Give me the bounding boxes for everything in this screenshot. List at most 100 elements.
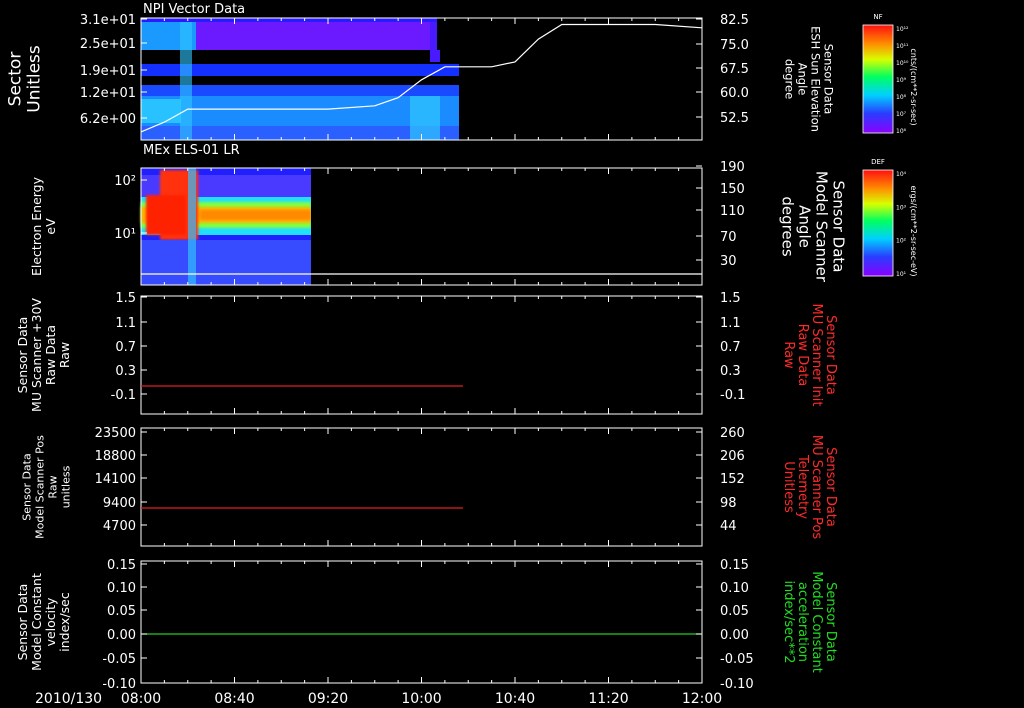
colorbar-units: cnts/(cm**2-sr-sec) [909,48,918,125]
panel5-frame [140,560,703,684]
els-heatmap [141,168,311,285]
right-tick-label: 67.5 [720,62,749,77]
right-axis-label: Unitless [781,461,796,513]
colorbar-tick: 10⁷ [896,111,907,118]
time-tick-label: 08:00 [121,691,161,707]
right-axis-label: MU Scanner Init [809,304,824,407]
right-axis-label: degrees [779,196,797,257]
left-tick-label: 0.3 [115,364,136,379]
left-axis-label: Raw [47,475,60,498]
left-tick-label: 0.10 [107,581,136,596]
colorbar-tick: 10⁶ [896,128,907,135]
right-tick-label: 52.5 [720,111,749,126]
left-tick-label: 3.1e+01 [80,13,136,28]
left-tick-label: 1.1 [115,316,136,331]
right-axis-label: Sensor Data [823,582,838,662]
right-tick-label: 150 [720,182,745,197]
left-tick-label: 9400 [103,496,136,511]
left-tick-label: 6.2e+00 [80,112,136,127]
panel4-frame [140,427,703,547]
time-tick-label: 08:40 [214,691,254,707]
right-tick-label: 260 [720,426,745,441]
left-tick-label: 2.5e+01 [80,37,136,52]
colorbar-tick: 10¹ [896,271,907,278]
right-axis-label: Sensor Data [823,447,838,527]
right-tick-label: -0.1 [720,388,745,403]
left-axis-label: index/sec [57,592,72,652]
left-tick-label: 14100 [95,472,136,487]
right-tick-label: 206 [720,449,745,464]
right-tick-label: -0.05 [720,652,754,667]
multi-panel-plot: NPI Vector Data MEx ELS-01 LR 2010/130 0… [6,2,919,707]
right-axis-label: index/sec**2 [781,580,796,663]
right-tick-label: 0.10 [720,581,749,596]
left-axis-label: Model Scanner Pos [34,435,47,539]
left-tick-label: 4700 [103,519,136,534]
left-axis-label: Unitless [25,45,45,113]
right-axis-label: degree [783,59,797,99]
colorbar [862,169,894,277]
colorbar-tag: NF [873,13,882,21]
colorbars: NF 10¹² 10¹¹ 10¹⁰ 10⁹ 10⁸ 10⁷ 10⁶cnts/(cm**2-sr… [862,13,918,278]
right-axis-label: Sensor Data [830,181,848,273]
right-tick-label: 30 [720,254,737,269]
left-tick-label: 18800 [95,449,136,464]
right-axis-label: Sensor Data [822,44,836,115]
left-axis-label: Sensor Data [21,453,34,520]
right-axis-label: Model Scanner [813,171,831,283]
right-axis-label: MU Scanner Pos [809,435,824,540]
left-axis-label: Electron Energy [29,176,44,276]
left-tick-label: 23500 [95,426,136,441]
time-tick-label: 09:20 [308,691,348,707]
left-tick-label: -0.05 [102,652,136,667]
right-axis-label: Angle [796,63,810,96]
right-tick-label: 0.00 [720,628,749,643]
right-axis-label: Raw [781,341,796,369]
colorbar-tick: 10¹⁰ [896,60,909,67]
left-axis-label: Raw Data [43,325,58,385]
left-axis-label: Sensor Data [15,584,30,661]
left-axis-label: Sector [6,52,26,107]
right-tick-label: 0.15 [720,558,749,573]
right-axis-label: Sensor Data [823,315,838,395]
right-tick-label: 75.0 [720,38,749,53]
left-axis-label: Sensor Data [15,317,30,394]
right-tick-label: 0.7 [720,340,741,355]
time-tick-label: 10:40 [495,691,535,707]
colorbar-tick: 10³ [896,204,907,211]
right-tick-label: 0.05 [720,604,749,619]
right-axis-label: Angle [796,205,814,248]
colorbar-tick: 10¹¹ [896,43,909,50]
left-axis-label: Raw [57,342,72,368]
right-tick-label: 1.1 [720,316,741,331]
colorbar-tag: DEF [871,158,885,166]
left-tick-label: 1.9e+01 [80,64,136,79]
panel-title-npi: NPI Vector Data [143,2,245,17]
left-tick-label: 1.2e+01 [80,86,136,101]
left-tick-label: 0.00 [107,628,136,643]
left-axis-label: unitless [60,465,73,508]
date-label: 2010/130 [35,691,102,707]
right-tick-label: 98 [720,496,737,511]
right-axis-label: Model Constant [809,571,824,673]
right-axis-label: Raw Data [795,324,810,387]
colorbar-tick: 10¹² [896,26,909,33]
panel-title-els: MEx ELS-01 LR [143,143,240,158]
left-tick-label: 0.05 [107,604,136,619]
right-tick-label: 110 [720,204,745,219]
time-tick-label: 10:00 [401,691,441,707]
time-tick-label: 11:20 [588,691,628,707]
right-tick-label: 0.3 [720,364,741,379]
time-tick-label: 12:00 [682,691,722,707]
right-tick-label: 44 [720,519,737,534]
left-axis-label: Model Constant [29,573,44,671]
left-tick-label: 0.7 [115,340,136,355]
right-tick-label: 82.5 [720,13,749,28]
colorbar-tick: 10² [896,238,907,245]
left-tick-label: -0.1 [111,388,136,403]
npi-heatmap [141,18,459,140]
panel3-frame [140,295,703,415]
right-axis-label: acceleration [795,582,810,662]
left-tick-label: 0.15 [107,558,136,573]
colorbar-units: ergs/(cm**2-sr-sec-eV) [909,185,918,276]
